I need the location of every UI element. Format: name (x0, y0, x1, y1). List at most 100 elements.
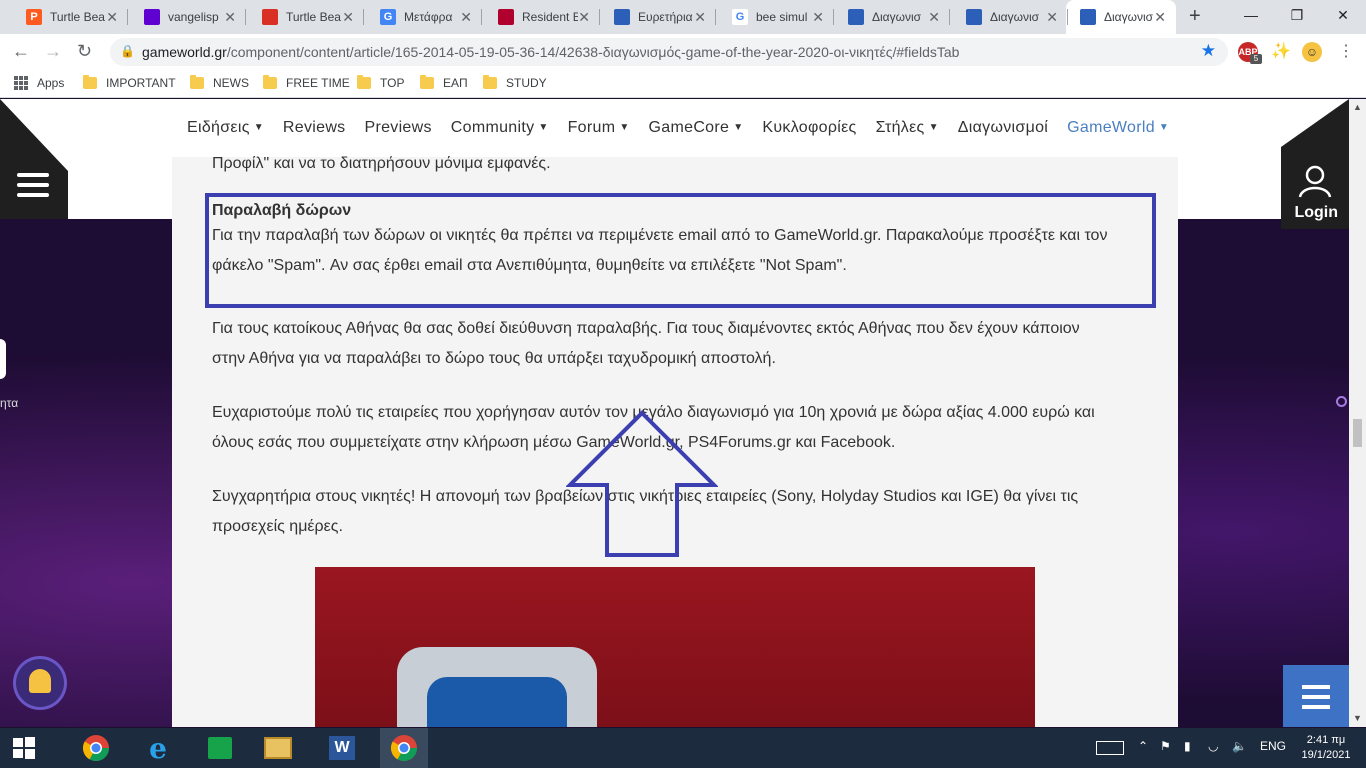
side-widget-card[interactable] (0, 339, 6, 379)
browser-tab[interactable]: P Turtle Bea ✕ (12, 0, 128, 34)
bookmark-eap[interactable]: ΕΑΠ (420, 75, 468, 90)
apps-grid-icon (14, 76, 28, 90)
nav-item-label: Κυκλοφορίες (762, 119, 857, 136)
nav-item-label: Ειδήσεις (187, 119, 250, 136)
action-flag-icon[interactable]: ⚑ (1160, 739, 1171, 753)
ie-icon: e (149, 731, 167, 765)
tab-title: Μετάφρα (404, 10, 453, 24)
folder-icon (83, 75, 97, 89)
store-taskbar-button[interactable] (196, 728, 244, 768)
signal-icon[interactable]: ◡ (1208, 739, 1218, 753)
windows-taskbar: e W ⌃ ⚑ ▮ ◡ 🔈 ENG 2:41 πμ 19/1/2021 (0, 728, 1366, 768)
browser-tab[interactable]: Turtle Bea ✕ (248, 0, 364, 34)
tab-close-icon[interactable]: ✕ (106, 9, 118, 26)
tab-close-icon[interactable]: ✕ (1154, 9, 1166, 26)
tab-close-icon[interactable]: ✕ (460, 9, 472, 26)
nav-item[interactable]: Διαγωνισμοί (958, 119, 1048, 137)
tab-close-icon[interactable]: ✕ (928, 9, 940, 26)
bookmark-apps[interactable]: Apps (14, 76, 64, 90)
site-icon (1080, 9, 1096, 25)
lock-icon: 🔒 (120, 44, 135, 58)
profile-emoji-icon[interactable]: ☺ (1302, 42, 1322, 62)
chrome-taskbar-button[interactable] (72, 728, 120, 768)
nav-item[interactable]: Forum ▼ (568, 119, 630, 137)
battery-icon[interactable]: ▮ (1184, 739, 1191, 753)
bookmark-important[interactable]: IMPORTANT (83, 75, 176, 90)
nav-item[interactable]: Κυκλοφορίες (762, 119, 856, 137)
reload-icon[interactable]: ↻ (77, 41, 92, 62)
tab-close-icon[interactable]: ✕ (578, 9, 590, 26)
tab-close-icon[interactable]: ✕ (224, 9, 236, 26)
browser-tab[interactable]: Resident E ✕ (484, 0, 600, 34)
forward-icon[interactable]: → (44, 41, 62, 62)
browser-tab[interactable]: Ευρετήρια ✕ (600, 0, 716, 34)
user-icon[interactable] (1297, 163, 1333, 199)
resident-icon (498, 9, 514, 25)
bell-icon (29, 669, 51, 693)
nav-item[interactable]: GameCore ▼ (649, 119, 744, 137)
notification-bell-button[interactable] (16, 659, 64, 707)
folder-icon (420, 75, 434, 89)
ie-taskbar-button[interactable]: e (134, 728, 182, 768)
tab-separator (599, 9, 600, 25)
site-icon (966, 9, 982, 25)
page-scrollbar[interactable]: ▲ ▼ (1349, 99, 1366, 727)
nav-item[interactable]: GameWorld ▼ (1067, 119, 1169, 137)
bookmark-star-icon[interactable]: ★ (1201, 41, 1216, 61)
bookmark-top[interactable]: TOP (357, 75, 404, 90)
menu-kebab-icon[interactable]: ⋮ (1338, 41, 1354, 61)
login-link[interactable]: Login (1294, 204, 1338, 222)
minimize-button[interactable]: — (1228, 0, 1274, 34)
nav-item-label: Previews (364, 119, 432, 136)
explorer-folder-icon (264, 737, 292, 759)
browser-tab[interactable]: vangelisp ✕ (130, 0, 246, 34)
explorer-taskbar-button[interactable] (254, 728, 302, 768)
close-window-button[interactable]: ✕ (1320, 0, 1366, 34)
back-icon[interactable]: ← (12, 41, 30, 62)
tab-close-icon[interactable]: ✕ (694, 9, 706, 26)
tab-close-icon[interactable]: ✕ (342, 9, 354, 26)
chrome-icon (82, 735, 110, 762)
caret-down-icon: ▼ (538, 122, 549, 134)
scroll-up-arrow-icon[interactable]: ▲ (1353, 102, 1362, 112)
scroll-to-top-button[interactable] (1283, 665, 1349, 727)
browser-tab[interactable]: Διαγωνισ ✕ (952, 0, 1068, 34)
tab-close-icon[interactable]: ✕ (812, 9, 824, 26)
nav-item[interactable]: Ειδήσεις ▼ (187, 119, 264, 137)
scrollbar-thumb[interactable] (1353, 419, 1362, 447)
tab-strip: Διαγωνισ ✕ Διαγωνισ ✕ Διαγωνισ ✕ Gbee simul ✕ Ευ… (0, 0, 1366, 34)
tab-title: Ευρετήρια (638, 10, 693, 24)
taskbar-clock[interactable]: 2:41 πμ 19/1/2021 (1296, 733, 1356, 763)
word-taskbar-button[interactable]: W (318, 728, 366, 768)
nav-item[interactable]: Reviews (283, 119, 346, 137)
google-icon: G (732, 9, 748, 25)
nav-item-label: GameWorld (1067, 119, 1155, 136)
nav-item-label: Community (450, 119, 535, 136)
browser-tab[interactable]: Gbee simul ✕ (718, 0, 834, 34)
new-tab-button[interactable]: + (1189, 5, 1201, 28)
address-bar[interactable]: 🔒 gameworld.gr/component/content/article… (110, 38, 1228, 66)
bookmark-news[interactable]: NEWS (190, 75, 249, 90)
hamburger-menu-icon[interactable] (17, 173, 49, 203)
extensions-puzzle-icon[interactable]: ✨ (1271, 41, 1291, 61)
tray-expand-icon[interactable]: ⌃ (1138, 739, 1148, 753)
bookmark-free-time[interactable]: FREE TIME (263, 75, 350, 90)
tab-close-icon[interactable]: ✕ (1046, 9, 1058, 26)
clock-date: 19/1/2021 (1301, 749, 1351, 761)
browser-tab[interactable]: Διαγωνισ ✕ (1066, 0, 1176, 34)
side-widget-text: ητα (0, 396, 19, 410)
scroll-down-arrow-icon[interactable]: ▼ (1353, 713, 1362, 723)
chrome-active-taskbar-button[interactable] (380, 728, 428, 768)
volume-icon[interactable]: 🔈 (1232, 739, 1247, 753)
maximize-button[interactable]: ❐ (1274, 0, 1320, 34)
bookmark-study[interactable]: STUDY (483, 75, 547, 90)
browser-tab[interactable]: Διαγωνισ ✕ (834, 0, 950, 34)
nav-item[interactable]: Community ▼ (451, 119, 549, 137)
side-ring-icon (1336, 396, 1347, 407)
start-button[interactable] (0, 728, 48, 768)
keyboard-icon[interactable] (1096, 741, 1124, 755)
nav-item[interactable]: Previews (364, 119, 431, 137)
language-indicator[interactable]: ENG (1260, 739, 1286, 753)
browser-tab[interactable]: G Μετάφρα ✕ (366, 0, 482, 34)
nav-item[interactable]: Στήλες ▼ (876, 119, 939, 137)
